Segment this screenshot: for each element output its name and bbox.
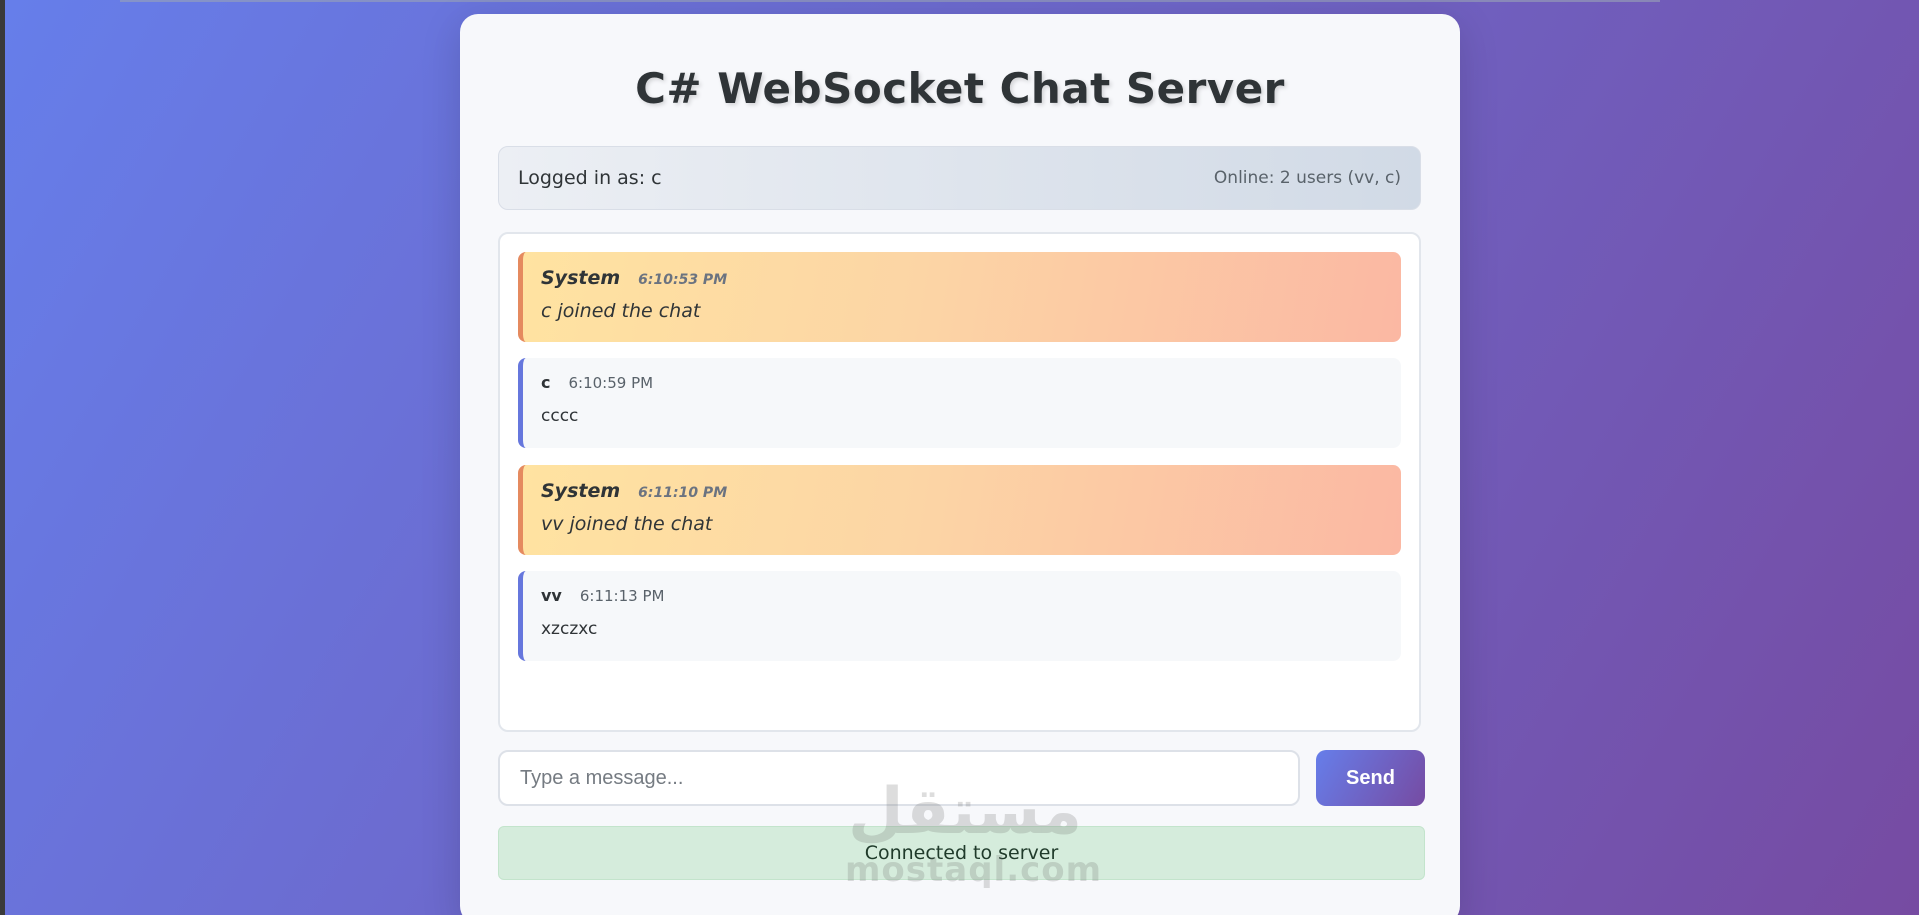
message-text: vv joined the chat [541, 513, 713, 535]
page-background: C# WebSocket Chat Server Logged in as: c… [5, 0, 1919, 915]
chat-container: C# WebSocket Chat Server Logged in as: c… [460, 14, 1460, 915]
online-users-label: Online: 2 users (vv, c) [1213, 168, 1401, 188]
message-text: cccc [541, 406, 579, 426]
connection-status: Connected to server [498, 826, 1425, 880]
messages-panel[interactable]: System 6:10:53 PM c joined the chat c 6:… [498, 232, 1421, 732]
message-author: System [541, 267, 621, 289]
logged-in-label: Logged in as: c [518, 167, 662, 189]
user-message: c 6:10:59 PM cccc [518, 358, 1401, 448]
top-divider [120, 0, 1660, 2]
message-input[interactable] [498, 750, 1300, 806]
message-time: 6:11:10 PM [638, 485, 728, 501]
system-message: System 6:11:10 PM vv joined the chat [518, 465, 1401, 555]
user-message: vv 6:11:13 PM xzczxc [518, 571, 1401, 661]
message-author: c [541, 373, 551, 392]
message-author: System [541, 480, 621, 502]
message-time: 6:11:13 PM [579, 587, 665, 605]
message-time: 6:10:59 PM [568, 374, 654, 392]
message-time: 6:10:53 PM [638, 272, 728, 288]
user-info-bar: Logged in as: c Online: 2 users (vv, c) [498, 146, 1421, 210]
composer-row: Send [498, 750, 1425, 806]
system-message: System 6:10:53 PM c joined the chat [518, 252, 1401, 342]
send-button[interactable]: Send [1316, 750, 1425, 806]
message-text: xzczxc [541, 619, 598, 639]
page-title: C# WebSocket Chat Server [635, 64, 1285, 113]
message-text: c joined the chat [541, 300, 701, 322]
message-author: vv [541, 586, 562, 605]
